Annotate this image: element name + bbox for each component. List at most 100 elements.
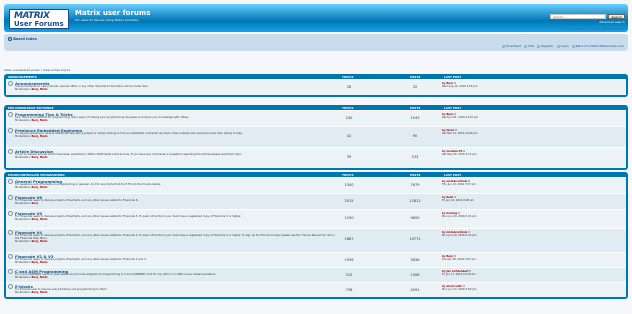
site-description: For users to discuss using Matrix produc… bbox=[75, 18, 140, 22]
post-count: 4091 bbox=[410, 288, 420, 292]
moderators: Moderators: Benj, Mods bbox=[15, 240, 48, 243]
advanced-search-link[interactable]: Advanced search bbox=[599, 20, 625, 24]
last-post: by mstekcontrols Mon Jun 20, 2016 5:43 pm bbox=[442, 231, 477, 238]
post-count: 10771 bbox=[409, 237, 421, 241]
forum-description: For anyone wanting to receive additional… bbox=[15, 132, 243, 138]
view-latest-icon[interactable] bbox=[454, 196, 457, 198]
forum-read-icon bbox=[8, 149, 13, 154]
forum-description: For Flowcode users to discuss projects, … bbox=[15, 234, 335, 243]
last-post: by medelec35 Sat May 09, 2015 4:11 pm bbox=[442, 150, 477, 157]
page: MATRIX User Forums Matrix user forums Fo… bbox=[4, 4, 628, 299]
last-post: by Benj Tue Apr 26, 2016 5:07 pm bbox=[442, 255, 476, 262]
smartfeed-link[interactable]: Smartfeed bbox=[501, 44, 521, 48]
topic-count: 1290 bbox=[344, 216, 354, 220]
last-post: by kaming Mon Jun 20, 2016 5:01 pm bbox=[442, 212, 477, 219]
search-button[interactable]: Search bbox=[608, 14, 625, 19]
moderators: Moderators: Benj, Mods bbox=[15, 156, 48, 159]
topic-count: 1936 bbox=[344, 258, 354, 262]
forum-read-icon bbox=[8, 284, 13, 289]
view-latest-icon[interactable] bbox=[453, 113, 456, 115]
topic-count: 2015 bbox=[344, 199, 354, 203]
moderators: Moderators: Benj bbox=[15, 202, 38, 205]
forum-row: E-blocks For E-blocks user to discuss us… bbox=[6, 282, 626, 297]
register-link[interactable]: Register bbox=[537, 44, 554, 48]
view-latest-icon[interactable] bbox=[458, 212, 461, 214]
topic-count: 240 bbox=[345, 116, 353, 120]
topic-count: 42 bbox=[346, 134, 352, 138]
moderators: Moderators: Benj, Mods bbox=[15, 218, 48, 221]
view-latest-icon[interactable] bbox=[463, 150, 466, 152]
forum-row: C and ASM Programming For C and ASSEMBLY… bbox=[6, 267, 626, 282]
forum-description: For E-blocks user to discuss using E-blo… bbox=[15, 288, 108, 294]
forum-description: Forum to discuss articles which have bee… bbox=[15, 153, 242, 159]
forum-read-icon bbox=[8, 128, 13, 133]
moderators: Moderators: Benj, Mods bbox=[15, 135, 48, 138]
forum-description: For Flowcode users to discuss projects, … bbox=[15, 199, 139, 205]
forum-row: Announcements Announcements on new produ… bbox=[6, 79, 626, 95]
moderators: Moderators: Benj, Mods bbox=[15, 186, 48, 189]
view-links[interactable]: View unanswered posts • View active topi… bbox=[4, 68, 70, 72]
forum-description: For Flowcode users to discuss projects, … bbox=[15, 258, 147, 264]
search-input[interactable]: Search… bbox=[550, 14, 606, 19]
moderators: Moderators: Benj, Mods bbox=[15, 261, 48, 264]
feed-icon bbox=[501, 44, 505, 48]
forum-description: For Flowcode users to discuss projects, … bbox=[15, 215, 242, 221]
forum-row: Flowcode V2 & V3 For Flowcode users to d… bbox=[6, 252, 626, 267]
topic-count: 1300 bbox=[344, 183, 354, 187]
forum-row: Freelance Embedded Engineers For anyone … bbox=[6, 126, 626, 147]
home-icon bbox=[571, 44, 575, 48]
view-latest-icon[interactable] bbox=[453, 255, 456, 257]
post-count: 9655 bbox=[410, 216, 420, 220]
last-post: by Jan Lichtenbelt Fri Jun 17, 2016 10:28… bbox=[442, 270, 476, 277]
last-post: by Rudi Fri Jun 24, 2016 9:08 am bbox=[442, 196, 474, 203]
forum-row: Programming Tips & Tricks Tips, tricks a… bbox=[6, 110, 626, 126]
navbar: Board index Smartfeed FAQ Register Login… bbox=[4, 34, 628, 51]
forum-description: For questions and comments on programmin… bbox=[15, 183, 161, 189]
forum-row: Flowcode V6 For Flowcode users to discus… bbox=[6, 193, 626, 209]
post-count: 32 bbox=[412, 85, 418, 89]
post-count: 5836 bbox=[410, 258, 420, 262]
help-icon bbox=[524, 44, 528, 48]
forum-read-icon bbox=[8, 230, 13, 235]
login-icon bbox=[556, 44, 560, 48]
last-post: by mstekcontrols Thu Jun 23, 2016 7:07 pm bbox=[442, 180, 476, 187]
board-index-link[interactable]: Board index bbox=[13, 37, 37, 41]
forum-category: MICROCONTROLLER PROGRAMMING TOPICS POSTS… bbox=[4, 172, 628, 299]
forum-read-icon bbox=[8, 269, 13, 274]
topic-count: 738 bbox=[345, 288, 353, 292]
forum-row: Article Discussion Forum to discuss arti… bbox=[6, 147, 626, 168]
return-link[interactable]: Return to MatrixMultimedia.com bbox=[571, 44, 624, 48]
post-count: 1306 bbox=[410, 273, 420, 277]
view-latest-icon[interactable] bbox=[468, 231, 471, 233]
forum-description: Announcements on new products, special o… bbox=[15, 85, 149, 91]
forum-category: ANNOUNCEMENTS TOPICS POSTS LAST POST Ann… bbox=[4, 74, 628, 97]
moderators: Moderators: Benj, Mods bbox=[15, 291, 48, 294]
forum-read-icon bbox=[8, 211, 13, 216]
view-latest-icon[interactable] bbox=[462, 285, 465, 287]
post-count: 7679 bbox=[410, 183, 420, 187]
view-latest-icon[interactable] bbox=[469, 270, 472, 272]
moderators: Moderators: Benj, Mods bbox=[15, 119, 48, 122]
last-post: by Benj Wed Jun 01, 2016 12:25 pm bbox=[442, 113, 479, 120]
logo-subtext: User Forums bbox=[14, 20, 64, 28]
post-count: 233 bbox=[411, 155, 419, 159]
faq-link[interactable]: FAQ bbox=[524, 44, 534, 48]
view-latest-icon[interactable] bbox=[468, 180, 471, 182]
post-count: 1543 bbox=[410, 116, 420, 120]
login-link[interactable]: Login bbox=[556, 44, 569, 48]
view-latest-icon[interactable] bbox=[453, 82, 456, 84]
topic-count: 39 bbox=[346, 155, 352, 159]
site-logo[interactable]: MATRIX User Forums bbox=[9, 9, 69, 29]
register-icon bbox=[537, 44, 541, 48]
forum-description: Tips, tricks and methods for programming… bbox=[15, 116, 190, 122]
current-time: It is currently Fri Jun 24, 2016 11:10 a… bbox=[564, 27, 624, 31]
home-icon bbox=[8, 37, 12, 41]
forum-description: For C and ASSEMBLY users to post questio… bbox=[15, 273, 217, 279]
view-latest-icon[interactable] bbox=[454, 129, 457, 131]
forum-read-icon bbox=[8, 179, 13, 184]
forum-row: General Programming For questions and co… bbox=[6, 177, 626, 193]
topic-count: 28 bbox=[346, 85, 352, 89]
topic-count: 1687 bbox=[344, 237, 354, 241]
breadcrumb[interactable]: Board index bbox=[8, 37, 37, 41]
navbar-links: Smartfeed FAQ Register Login Return to M… bbox=[501, 44, 624, 48]
